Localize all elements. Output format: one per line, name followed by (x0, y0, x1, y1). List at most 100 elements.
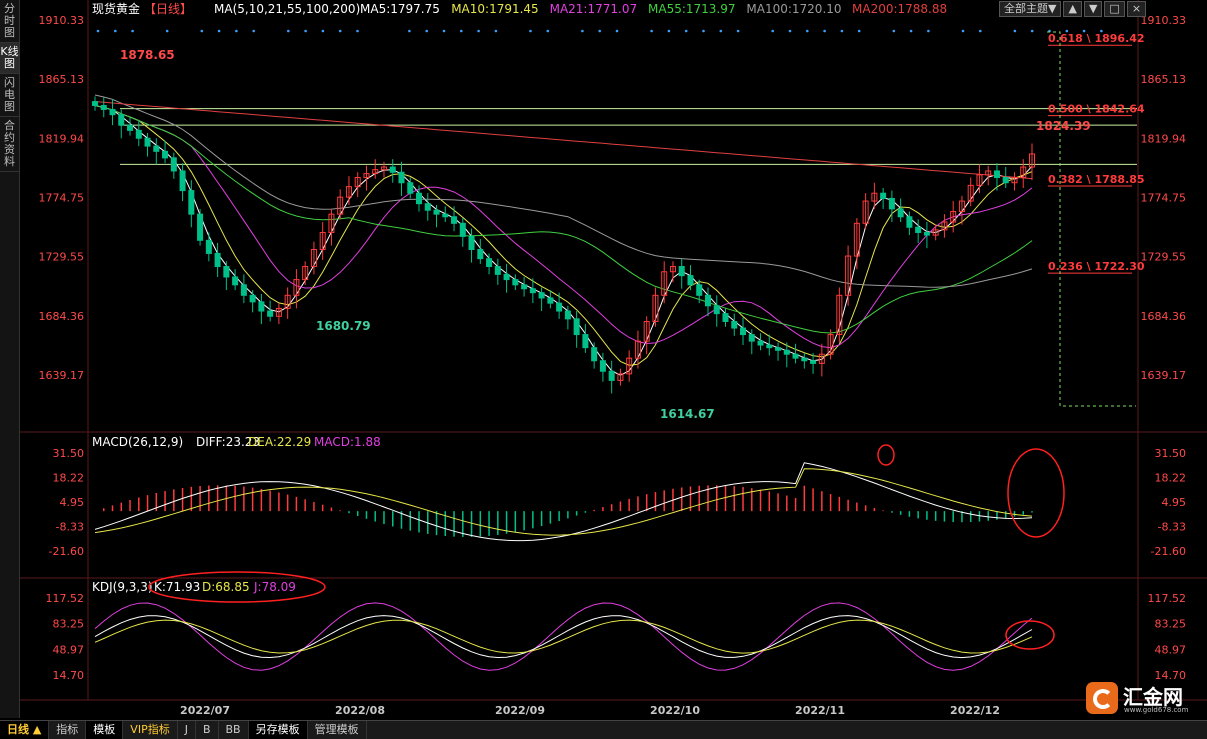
signal-dot (684, 29, 688, 33)
tab-b[interactable]: B (196, 721, 219, 739)
scroll-down-button[interactable]: ▼ (1083, 1, 1103, 17)
logo-icon (1086, 682, 1118, 714)
date-label-3: 2022/10 (650, 704, 700, 717)
chart-canvas[interactable]: 现货黄金 【日线】 MA(5,10,21,55,100,200) MA5:179… (20, 0, 1207, 718)
kdj-k: K:71.93 (154, 580, 200, 594)
kdj-label-left: 48.97 (53, 643, 85, 656)
fib-label-3: 0.236 \ 1722.30 (1048, 260, 1145, 273)
macd-name: MACD(26,12,9) (92, 435, 183, 449)
kdj-label-left: 83.25 (53, 618, 85, 631)
candle-body (398, 171, 405, 184)
title-row: 现货黄金 【日线】 MA(5,10,21,55,100,200) MA5:179… (92, 1, 947, 16)
candle-body (240, 284, 247, 296)
signal-dot (650, 29, 653, 33)
candle-body (547, 297, 554, 304)
price-label-left: 1684.36 (39, 310, 85, 323)
fib-label-0: 0.618 \ 1896.42 (1048, 32, 1145, 45)
moving-average-lines (94, 94, 1033, 376)
signal-dot (788, 29, 792, 33)
grid (20, 0, 1207, 701)
signal-dot (252, 29, 255, 33)
candle-body (223, 266, 230, 278)
tab-timeshare[interactable]: 分时图 (0, 0, 19, 43)
signal-dot (771, 29, 774, 33)
signal-dot (165, 29, 169, 33)
date-label-0: 2022/07 (180, 704, 230, 717)
candle-body (512, 279, 519, 286)
price-axis: 1910.33 1910.33 1865.13 1865.13 1819.94 1819.… (39, 14, 1187, 382)
tab-save-template[interactable]: 另存模板 (248, 721, 308, 739)
price-label-left: 1639.17 (39, 369, 85, 382)
tab-contract-info[interactable]: 合约资料 (0, 117, 19, 172)
price-annotation-1: 1680.79 (316, 319, 371, 333)
price-label-left: 1910.33 (39, 14, 85, 27)
ma-value-1: MA10:1791.45 (451, 2, 539, 16)
signal-dot (217, 29, 221, 33)
tab-bb[interactable]: BB (219, 721, 249, 739)
close-button[interactable]: × (1126, 1, 1147, 17)
signal-dot (546, 29, 550, 33)
logo-url: www.gold678.com (1124, 706, 1189, 714)
kdj-label-left: 14.70 (53, 669, 85, 682)
kdj-k-line (94, 615, 1033, 659)
ma-value-4: MA100:1720.10 (746, 2, 841, 16)
tab-vip-indicator[interactable]: VIP指标 (123, 721, 178, 739)
maximize-button[interactable]: □ (1104, 1, 1125, 17)
candle-body (757, 340, 764, 346)
candle-body (188, 190, 195, 215)
price-label-right: 1910.33 (1141, 14, 1187, 27)
kdj-d-line (94, 619, 1033, 654)
tab-manage-template[interactable]: 管理模板 (308, 721, 367, 739)
price-label-right: 1729.55 (1141, 251, 1187, 264)
candle-body (722, 313, 729, 322)
price-annotation-3: 1824.39 (1036, 119, 1091, 133)
tab-j[interactable]: J (178, 721, 196, 739)
candle-body (766, 344, 773, 349)
kdj-j: J:78.09 (253, 580, 296, 594)
kdj-j-line (94, 602, 1033, 671)
signal-dot (979, 29, 982, 33)
signal-dot (114, 29, 117, 33)
macd-label-left: 18.22 (53, 472, 85, 485)
candle-body (214, 252, 221, 268)
fibonacci-levels: 0.618 \ 1896.42 0.500 \ 1842.64 0.382 \ 17… (1047, 31, 1145, 407)
tab-kline[interactable]: K线图 (0, 43, 19, 74)
date-label-4: 2022/11 (795, 704, 845, 717)
macd-label-left: 4.95 (60, 496, 85, 509)
kdj-name: KDJ(9,3,3) (92, 580, 153, 594)
signal-dot (96, 29, 100, 33)
kdj-label-right: 48.97 (1155, 643, 1187, 656)
signal-dot (356, 29, 359, 33)
tab-template[interactable]: 模板 (86, 721, 124, 739)
scroll-up-button[interactable]: ▲ (1063, 1, 1082, 17)
signal-dots (96, 29, 1103, 33)
brand-logo: 汇金网 www.gold678.com (1086, 678, 1206, 718)
signal-dot (131, 29, 134, 33)
highlight-kdj-recent (1005, 620, 1055, 650)
candle-body (521, 284, 528, 290)
candle-body (731, 320, 738, 329)
candle-body (92, 101, 98, 107)
tab-flash[interactable]: 闪电图 (0, 74, 19, 117)
candle-body (135, 129, 142, 139)
candle-body (801, 357, 808, 362)
candle-body (783, 349, 790, 355)
signal-dot (702, 29, 705, 33)
tab-indicator[interactable]: 指标 (49, 721, 87, 739)
price-label-right: 1639.17 (1141, 369, 1187, 382)
candle-body (529, 288, 536, 294)
signal-dot (287, 29, 290, 33)
price-annotation-2: 1614.67 (660, 407, 715, 421)
signal-dot (736, 29, 740, 33)
candle-body (468, 235, 475, 250)
signal-dot (304, 29, 307, 33)
candle-body (118, 114, 125, 126)
signal-dot (615, 29, 619, 33)
macd-label-right: -21.60 (1151, 545, 1186, 558)
kdj-panel: KDJ(9,3,3) K:71.93 D:68.85 J:78.09 (92, 580, 1033, 671)
period-selector[interactable]: 日线 ▲ (0, 721, 50, 739)
ma-label: MA(5,10,21,55,100,200) (214, 2, 360, 16)
theme-dropdown[interactable]: 全部主题▼ (999, 1, 1062, 17)
candle-body (775, 347, 782, 351)
highlight-macd-recent (1007, 448, 1065, 538)
